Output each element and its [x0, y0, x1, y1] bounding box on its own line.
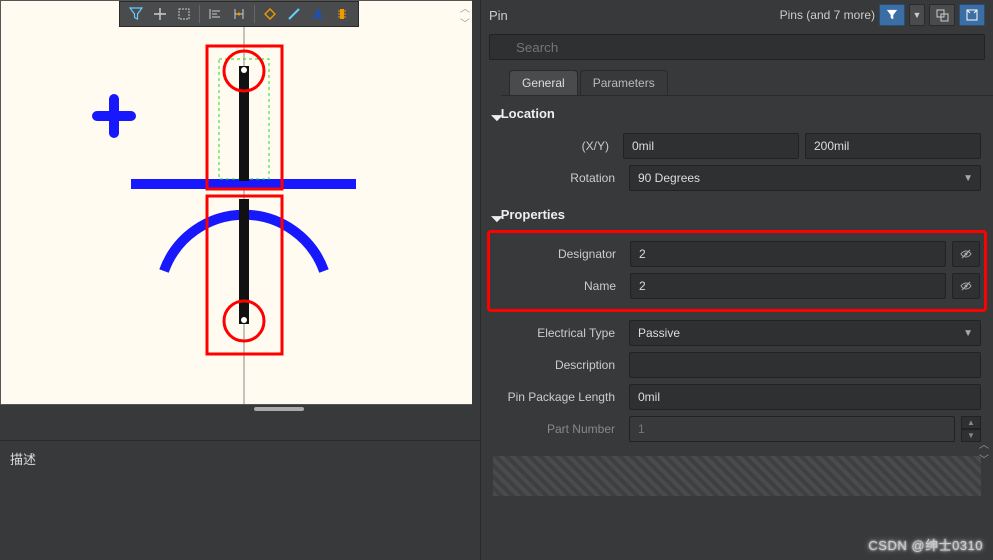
- search-input[interactable]: [489, 34, 985, 60]
- filter-icon[interactable]: [124, 3, 148, 25]
- svg-text:A: A: [312, 7, 322, 21]
- description-panel: 描述: [0, 440, 480, 560]
- line-icon[interactable]: [282, 3, 306, 25]
- name-label: Name: [494, 279, 624, 293]
- description-panel-title: 描述: [10, 449, 470, 468]
- canvas-toolbar: A: [119, 1, 359, 27]
- component-icon[interactable]: [330, 3, 354, 25]
- filter-dropdown-button[interactable]: ▼: [909, 4, 925, 26]
- electrical-type-select[interactable]: [629, 320, 981, 346]
- designator-label: Designator: [494, 247, 624, 261]
- select-similar-icon[interactable]: [959, 4, 985, 26]
- preview-placeholder: [493, 456, 981, 496]
- filter-summary-text: Pins (and 7 more): [780, 8, 875, 22]
- panel-title: Pin: [489, 8, 508, 23]
- designator-input[interactable]: [630, 241, 946, 267]
- align-left-icon[interactable]: [203, 3, 227, 25]
- visibility-toggle-designator[interactable]: [952, 241, 980, 267]
- panel-collapse-down-icon[interactable]: ﹀: [460, 15, 470, 30]
- panel-collapse-down-icon[interactable]: ﹀: [979, 451, 989, 466]
- section-location-header[interactable]: Location: [481, 96, 993, 127]
- canvas-scrollbar-vertical[interactable]: [472, 0, 480, 405]
- highlight-annotation: Designator Name: [487, 230, 987, 312]
- select-rect-icon[interactable]: [172, 3, 196, 25]
- shape-icon[interactable]: [258, 3, 282, 25]
- pkg-len-input[interactable]: [629, 384, 981, 410]
- tab-general[interactable]: General: [509, 70, 578, 95]
- part-no-label: Part Number: [493, 422, 623, 436]
- x-input[interactable]: [623, 133, 799, 159]
- rotation-label: Rotation: [493, 171, 623, 185]
- panel-collapse-up-icon[interactable]: ︿: [460, 0, 470, 15]
- rotation-select[interactable]: [629, 165, 981, 191]
- y-input[interactable]: [805, 133, 981, 159]
- filter-button[interactable]: [879, 4, 905, 26]
- electrical-type-label: Electrical Type: [493, 326, 623, 340]
- align-distribute-icon[interactable]: [227, 3, 251, 25]
- move-icon[interactable]: [148, 3, 172, 25]
- panel-collapse-up-icon[interactable]: ︿: [979, 436, 989, 451]
- text-icon[interactable]: A: [306, 3, 330, 25]
- description-label: Description: [493, 358, 623, 372]
- part-no-input: [629, 416, 955, 442]
- name-input[interactable]: [630, 273, 946, 299]
- part-no-stepper[interactable]: ▲▼: [961, 416, 981, 442]
- pkg-len-label: Pin Package Length: [493, 390, 623, 404]
- xy-label: (X/Y): [493, 139, 617, 153]
- visibility-toggle-name[interactable]: [952, 273, 980, 299]
- tab-parameters[interactable]: Parameters: [580, 70, 668, 95]
- select-matching-icon[interactable]: [929, 4, 955, 26]
- canvas-scrollbar-horizontal[interactable]: [0, 405, 558, 413]
- section-properties-header[interactable]: Properties: [481, 197, 993, 228]
- description-input[interactable]: [629, 352, 981, 378]
